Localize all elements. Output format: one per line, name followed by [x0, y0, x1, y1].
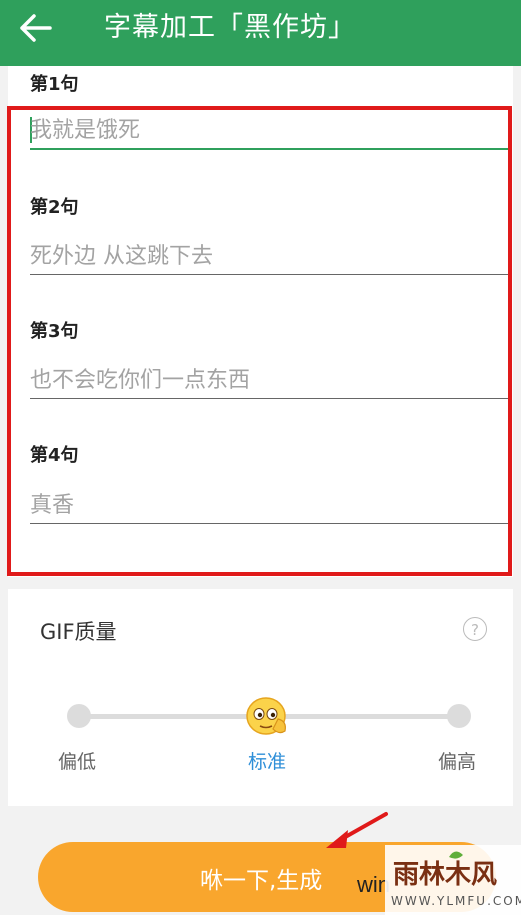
sentence-4-label: 第4句	[30, 445, 79, 466]
sentence-1-label: 第1句	[30, 74, 79, 95]
sentence-4-input[interactable]: 真香	[30, 489, 508, 524]
gif-quality-title: GIF质量	[40, 620, 117, 644]
svg-text:雨林木风: 雨林木风	[393, 860, 497, 890]
quality-high-stop[interactable]	[447, 704, 471, 728]
help-icon[interactable]: ?	[463, 617, 487, 641]
quality-standard-label[interactable]: 标准	[248, 747, 286, 774]
page-title: 字幕加工「黑作坊」	[104, 12, 356, 43]
generate-button-label: 咻一下,生成	[200, 868, 323, 894]
sentence-3-input[interactable]: 也不会吃你们一点东西	[30, 364, 508, 399]
sentence-2-label: 第2句	[30, 197, 79, 218]
face-emoji-icon[interactable]	[245, 695, 289, 737]
sentence-1-input[interactable]: 我就是饿死	[30, 114, 508, 150]
sentence-2-input[interactable]: 死外边 从这跳下去	[30, 240, 508, 275]
quality-low-stop[interactable]	[67, 704, 91, 728]
back-arrow-icon[interactable]	[14, 8, 58, 48]
app-bar: 字幕加工「黑作坊」	[0, 0, 521, 66]
quality-low-label[interactable]: 偏低	[58, 747, 96, 774]
section-divider	[8, 577, 513, 589]
svg-text:WWW.YLMFU.COM: WWW.YLMFU.COM	[391, 894, 521, 908]
quality-high-label[interactable]: 偏高	[438, 747, 476, 774]
annotation-arrow-icon	[326, 812, 388, 848]
sentence-3-label: 第3句	[30, 321, 79, 342]
watermark-logo: 雨林木风 WWW.YLMFU.COM	[385, 845, 521, 915]
